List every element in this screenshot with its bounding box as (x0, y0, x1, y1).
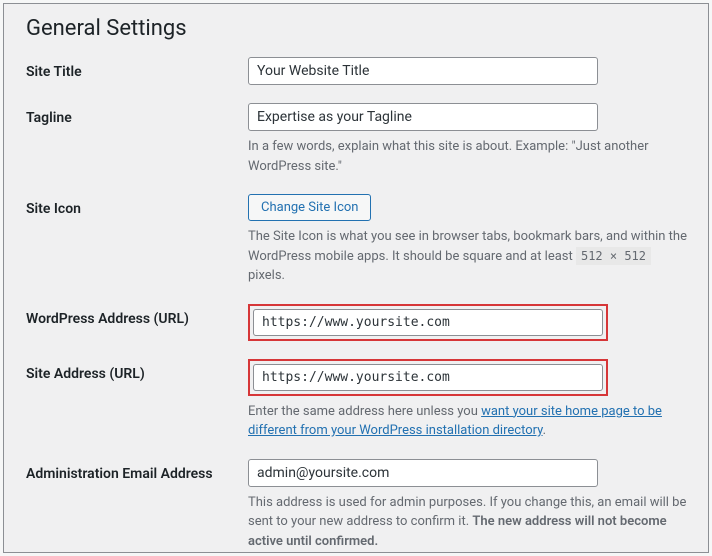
label-wp-address: WordPress Address (URL) (26, 304, 248, 327)
site-title-input[interactable] (248, 57, 598, 85)
row-site-icon: Site Icon Change Site Icon The Site Icon… (26, 194, 690, 286)
site-address-input[interactable] (253, 364, 603, 391)
tagline-description: In a few words, explain what this site i… (248, 137, 690, 176)
site-icon-description: The Site Icon is what you see in browser… (248, 227, 690, 286)
label-site-title: Site Title (26, 57, 248, 80)
page-title: General Settings (26, 16, 690, 41)
general-settings-panel: General Settings Site Title Tagline In a… (3, 3, 709, 553)
row-admin-email: Administration Email Address This addres… (26, 459, 690, 552)
row-site-title: Site Title (26, 57, 690, 85)
label-site-address: Site Address (URL) (26, 359, 248, 382)
row-tagline: Tagline In a few words, explain what thi… (26, 103, 690, 176)
wp-address-highlight (248, 304, 608, 341)
site-address-description: Enter the same address here unless you w… (248, 402, 690, 441)
size-code: 512 × 512 (576, 247, 651, 265)
site-address-highlight (248, 359, 608, 396)
tagline-input[interactable] (248, 103, 598, 131)
label-tagline: Tagline (26, 103, 248, 126)
admin-email-description: This address is used for admin purposes.… (248, 493, 690, 552)
label-site-icon: Site Icon (26, 194, 248, 217)
change-site-icon-button[interactable]: Change Site Icon (248, 194, 371, 221)
label-admin-email: Administration Email Address (26, 459, 248, 482)
row-wp-address: WordPress Address (URL) (26, 304, 690, 341)
wp-address-input[interactable] (253, 309, 603, 336)
admin-email-input[interactable] (248, 459, 598, 487)
row-site-address: Site Address (URL) Enter the same addres… (26, 359, 690, 441)
